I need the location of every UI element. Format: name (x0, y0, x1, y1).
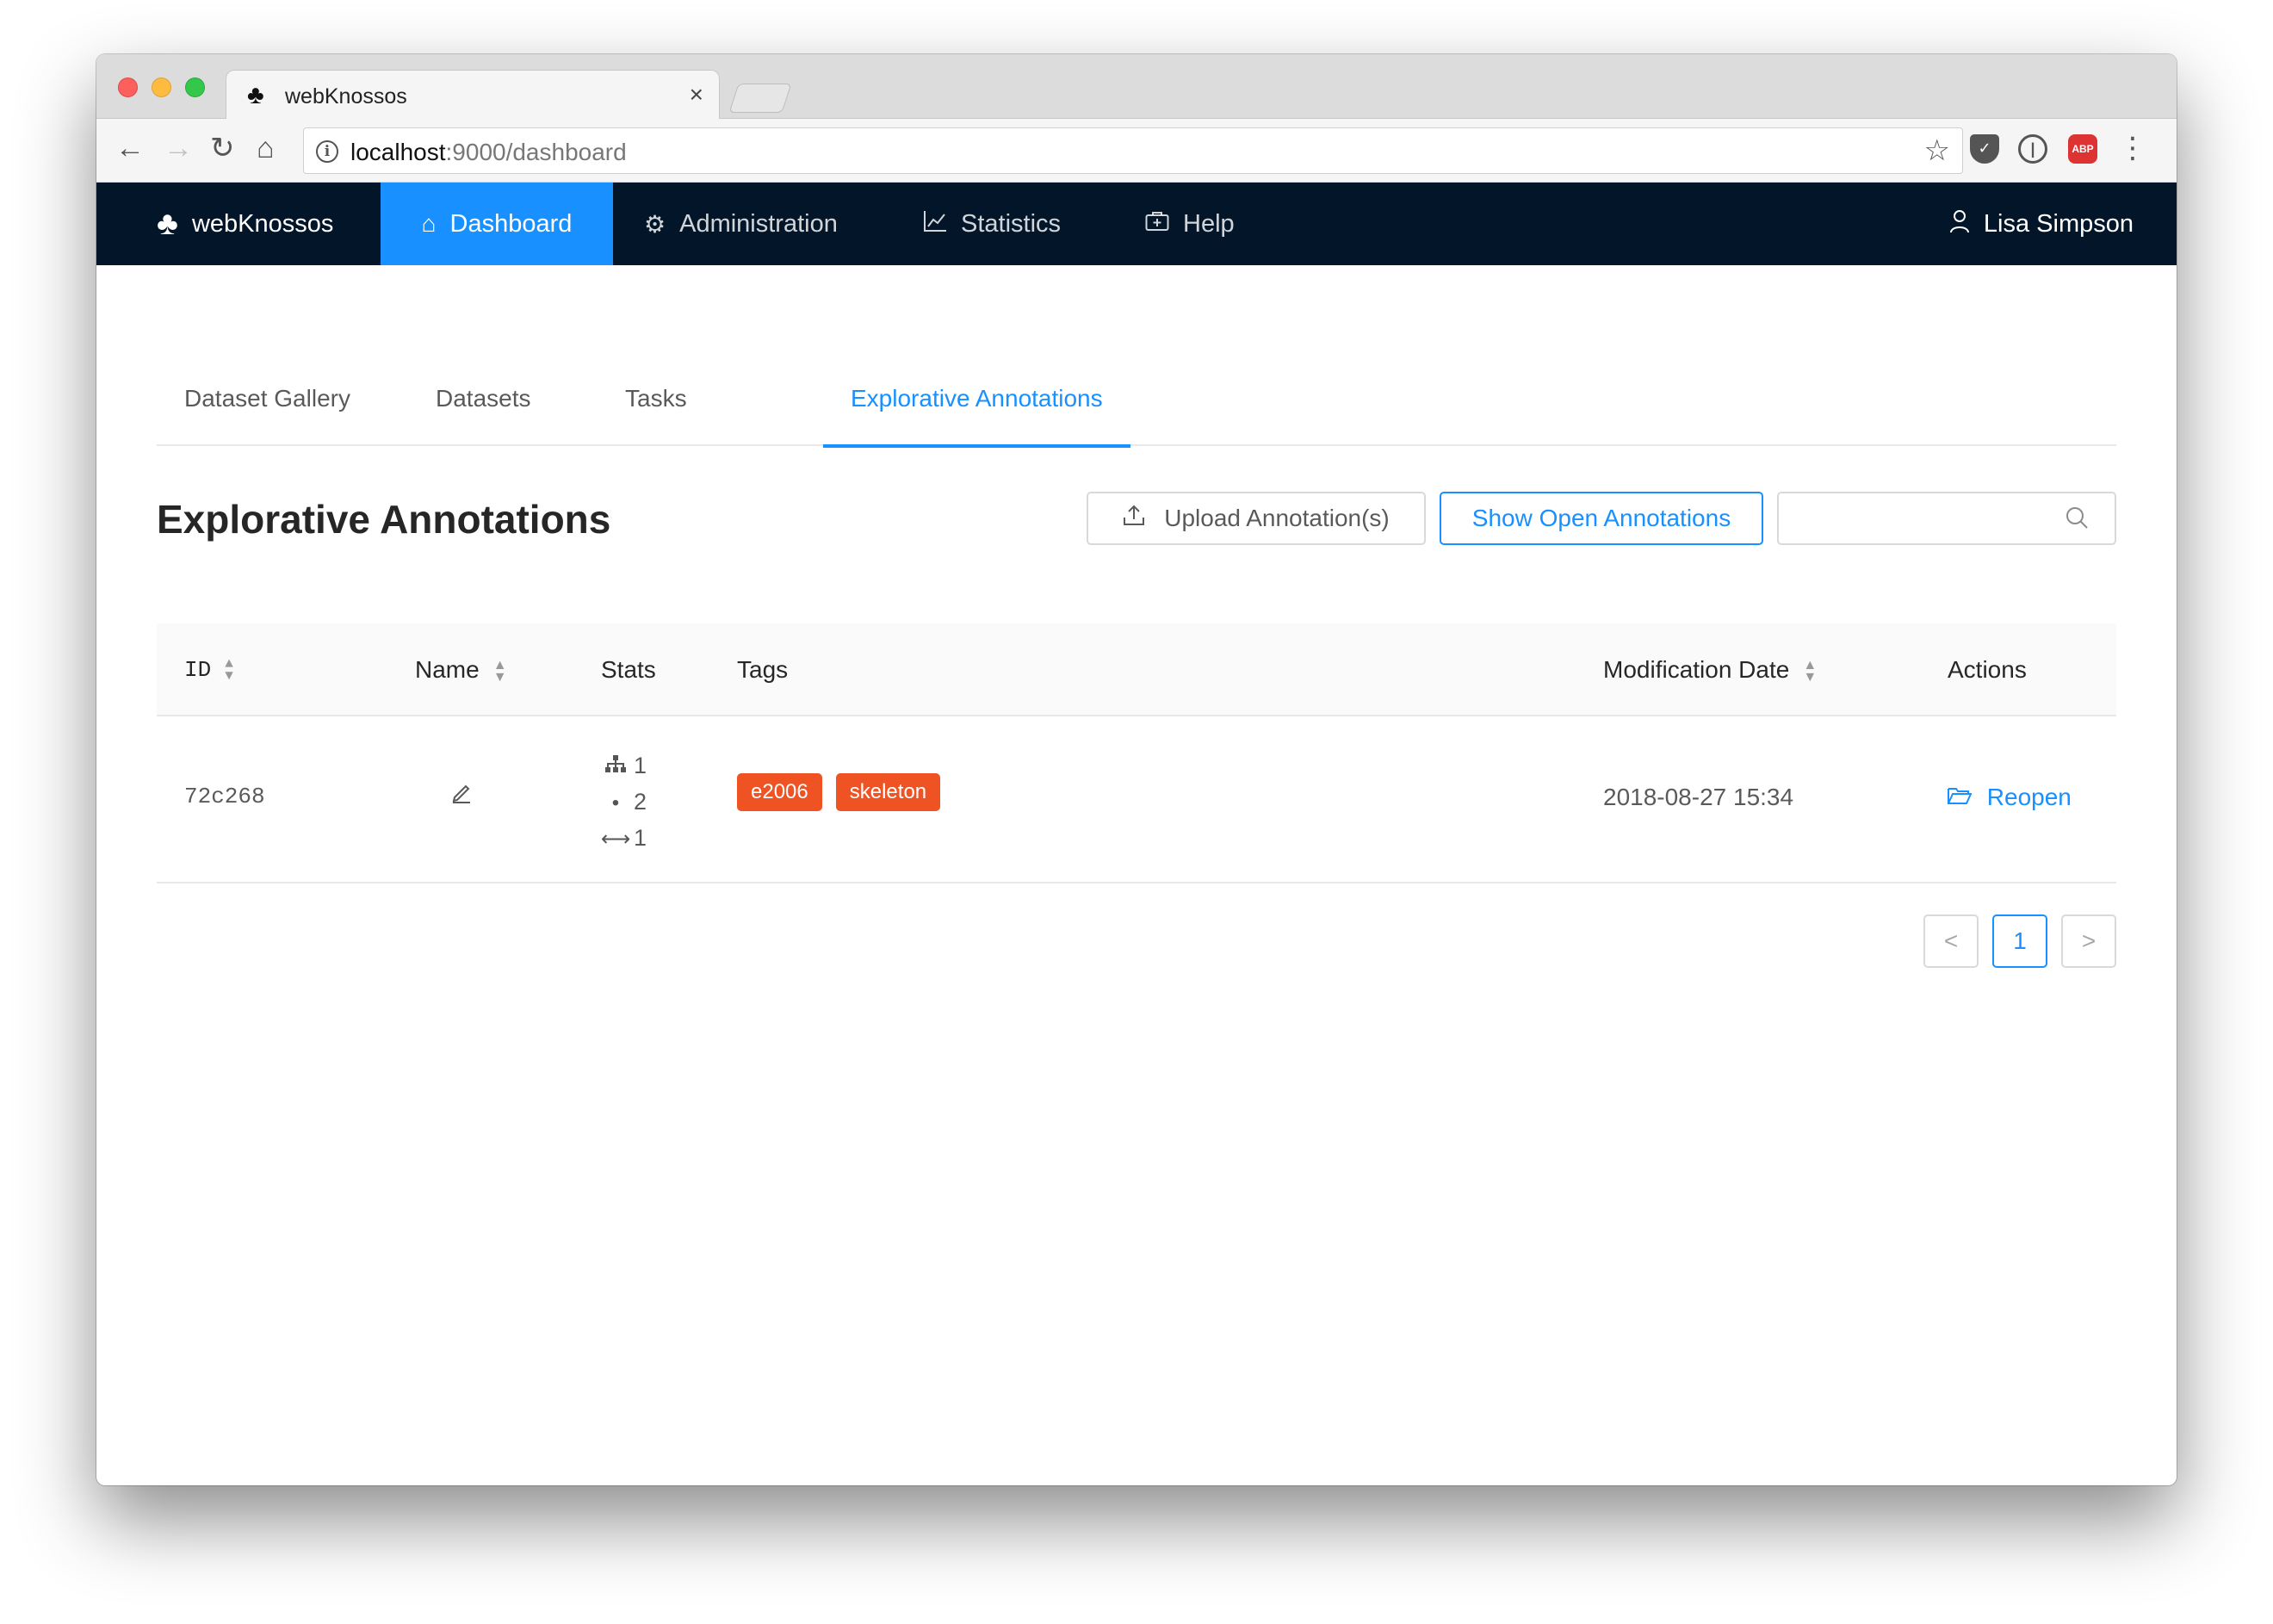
tag-badge[interactable]: e2006 (737, 773, 822, 811)
nav-statistics[interactable]: Statistics (923, 183, 1061, 265)
maximize-window-button[interactable] (185, 77, 205, 97)
sort-icon[interactable]: ▲ ▼ (493, 658, 507, 684)
nav-help-label: Help (1183, 209, 1235, 238)
tab-tasks[interactable]: Tasks (625, 369, 687, 446)
search-icon[interactable] (2065, 505, 2089, 536)
column-header-actions: Actions (1948, 656, 2027, 683)
home-icon[interactable]: ⌂ (257, 131, 275, 165)
user-name: Lisa Simpson (1983, 209, 2134, 238)
tab-datasets[interactable]: Datasets (436, 369, 531, 446)
bookmark-star-icon[interactable]: ☆ (1924, 133, 1950, 168)
edit-name-icon[interactable] (449, 780, 474, 811)
tab-explorative-annotations[interactable]: Explorative Annotations (823, 369, 1130, 448)
pagination-prev-button[interactable]: < (1923, 914, 1979, 968)
clover-icon: ♣ (247, 81, 264, 109)
table-header: ID ▲ ▼ Name ▲ ▼ Stats Tags Modification Date… (157, 623, 2116, 716)
tab-dataset-gallery[interactable]: Dataset Gallery (184, 369, 350, 446)
clover-logo-icon: ♣ (157, 205, 178, 242)
page-title: Explorative Annotations (157, 497, 611, 542)
column-header-stats: Stats (601, 656, 656, 683)
address-bar[interactable]: i localhost:9000/dashboard ☆ (303, 127, 1963, 174)
brand-name: webKnossos (191, 209, 334, 238)
folder-open-icon (1948, 784, 1979, 810)
pagination-next-button[interactable]: > (2061, 914, 2116, 968)
pocket-extension-icon[interactable]: ✓ (1970, 134, 1999, 164)
tab-strip: ♣ webKnossos × (96, 54, 2177, 120)
sort-icon[interactable]: ▲ ▼ (225, 657, 233, 683)
medicine-box-icon (1145, 210, 1169, 238)
annotation-tags: e2006 skeleton (737, 773, 954, 811)
annotation-stats: 1 • 2 ⟷ 1 (601, 747, 647, 856)
tree-icon (601, 749, 630, 785)
new-tab-button[interactable] (728, 84, 792, 113)
close-window-button[interactable] (118, 77, 138, 97)
line-chart-icon (923, 210, 947, 239)
tag-badge[interactable]: skeleton (835, 773, 941, 811)
reopen-link[interactable]: Reopen (1948, 784, 2072, 811)
upload-icon (1123, 504, 1145, 533)
modification-date: 2018-08-27 15:34 (1603, 784, 1794, 810)
edge-arrows-icon: ⟷ (601, 827, 631, 851)
sort-icon[interactable]: ▲ ▼ (1803, 658, 1817, 684)
stat-edges: ⟷ 1 (601, 820, 647, 856)
annotation-id: 72c268 (184, 784, 265, 809)
back-icon[interactable]: ← (115, 131, 145, 165)
brand-link[interactable]: ♣ webKnossos (157, 183, 333, 265)
search-input[interactable] (1789, 493, 2073, 542)
reload-icon[interactable]: ↻ (210, 131, 235, 165)
dashboard-tabs: Dataset Gallery Datasets Tasks Explorati… (157, 369, 2116, 448)
home-icon: ⌂ (421, 210, 437, 237)
column-header-name[interactable]: Name ▲ ▼ (415, 623, 507, 716)
column-header-id[interactable]: ID ▲ ▼ (184, 623, 233, 716)
nav-administration[interactable]: ⚙ Administration (644, 183, 838, 265)
node-dot-icon: • (611, 791, 620, 815)
nav-dashboard-label: Dashboard (449, 209, 573, 238)
browser-tab-title: webKnossos (285, 84, 407, 108)
column-header-tags: Tags (737, 656, 789, 683)
info-icon[interactable]: i (316, 140, 338, 163)
upload-annotation-label: Upload Annotation(s) (1164, 505, 1390, 531)
gear-icon: ⚙ (644, 210, 666, 238)
table-row: 72c268 1 • 2 ⟷ 1 e2006 skeleton 2018-08-… (157, 716, 2116, 883)
stat-nodes: • 2 (601, 784, 647, 820)
show-open-annotations-button[interactable]: Show Open Annotations (1440, 492, 1763, 545)
url-text[interactable]: localhost:9000/dashboard (350, 139, 627, 166)
pagination-page-1[interactable]: 1 (1992, 914, 2047, 968)
password-manager-extension-icon[interactable]: | (2018, 134, 2047, 164)
browser-menu-icon[interactable]: ⋮ (2118, 131, 2147, 165)
browser-toolbar: ← → ↻ ⌂ i localhost:9000/dashboard ☆ ✓ |… (96, 119, 2177, 183)
user-icon (1949, 209, 1970, 239)
column-header-modification-date[interactable]: Modification Date ▲ ▼ (1603, 623, 1817, 716)
browser-window: ♣ webKnossos × ← → ↻ ⌂ i localhost:9000/… (96, 54, 2177, 1485)
nav-help[interactable]: Help (1145, 183, 1235, 265)
tab-close-icon[interactable]: × (690, 81, 703, 108)
user-menu[interactable]: Lisa Simpson (1949, 183, 2134, 265)
nav-statistics-label: Statistics (961, 209, 1062, 238)
upload-annotation-button[interactable]: Upload Annotation(s) (1087, 492, 1426, 545)
browser-tab[interactable]: ♣ webKnossos × (226, 70, 720, 120)
app-navbar: ♣ webKnossos ⌂ Dashboard ⚙ Administratio… (96, 183, 2177, 265)
nav-dashboard[interactable]: ⌂ Dashboard (381, 183, 613, 265)
reopen-label: Reopen (1986, 784, 2072, 810)
adblock-extension-icon[interactable]: ABP (2068, 134, 2097, 164)
minimize-window-button[interactable] (152, 77, 171, 97)
search-box[interactable] (1777, 492, 2116, 545)
stat-trees: 1 (601, 747, 647, 784)
forward-icon[interactable]: → (164, 131, 193, 165)
nav-administration-label: Administration (679, 209, 838, 238)
